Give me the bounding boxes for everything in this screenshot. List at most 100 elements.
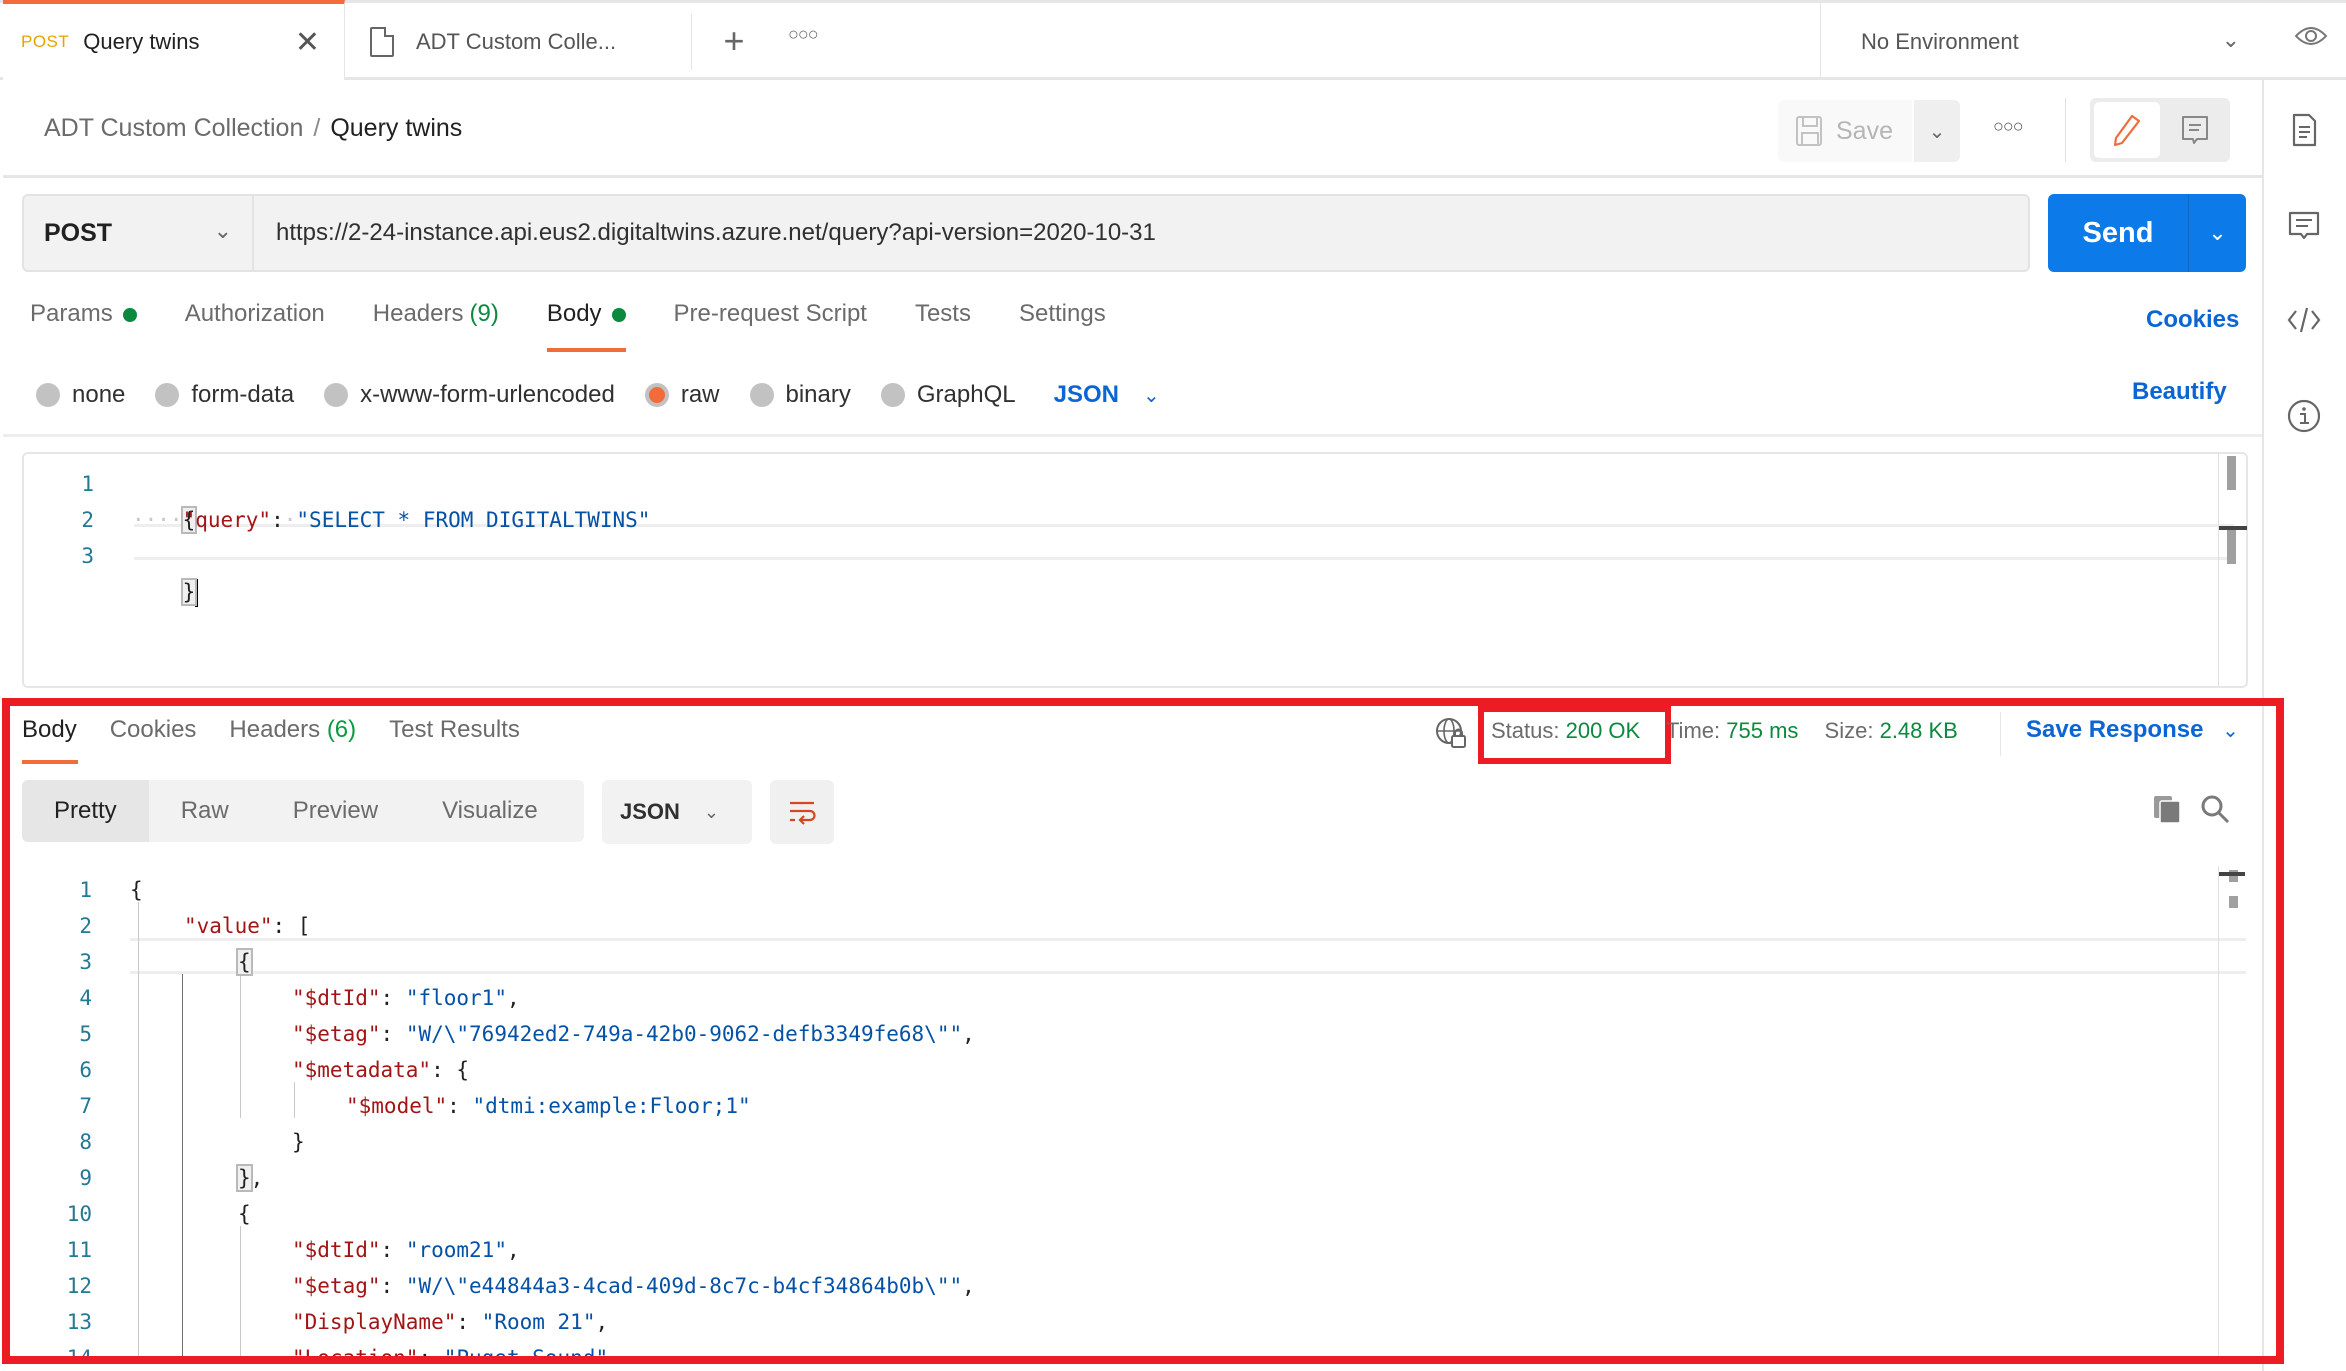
line-number: 6 — [79, 1058, 92, 1082]
json-key: "$etag" — [292, 1274, 381, 1298]
request-tab-adt-collection[interactable]: ADT Custom Colle... — [346, 14, 692, 70]
tab-params[interactable]: Params — [30, 300, 137, 356]
chevron-down-icon: ⌄ — [703, 801, 720, 822]
tab-label: Pre-request Script — [673, 300, 867, 327]
body-language-select[interactable]: JSON ⌄ — [1054, 381, 1160, 409]
size-value[interactable]: 2.48 KB — [1880, 718, 1958, 743]
radio-circle[interactable] — [644, 383, 669, 407]
indent-guide — [240, 974, 241, 1118]
breadcrumb-parent-link[interactable]: ADT Custom Collection — [44, 114, 303, 142]
status-value[interactable]: 200 OK — [1566, 718, 1641, 743]
tab-headers[interactable]: Headers (9) — [373, 300, 499, 356]
code-line: }, — [236, 1160, 263, 1196]
radio-graphql[interactable]: GraphQL — [880, 381, 1016, 409]
word-wrap-button[interactable] — [770, 780, 834, 844]
info-icon[interactable] — [2286, 398, 2322, 434]
radio-circle[interactable] — [880, 383, 905, 407]
tab-bar: POST Query twins ✕ ADT Custom Colle... +… — [0, 0, 2346, 80]
save-button[interactable]: Save — [1778, 100, 1912, 162]
eye-icon[interactable] — [2294, 24, 2328, 48]
request-tab-query-twins[interactable]: POST Query twins ✕ — [3, 0, 345, 80]
line-number: 3 — [79, 950, 92, 974]
code-icon[interactable] — [2286, 302, 2322, 338]
vertical-scrollbar[interactable] — [2218, 454, 2247, 686]
beautify-link[interactable]: Beautify — [2132, 378, 2227, 406]
tab-response-body[interactable]: Body — [22, 716, 78, 764]
tab-response-cookies[interactable]: Cookies — [110, 716, 197, 744]
json-key: "$dtId" — [292, 986, 381, 1010]
tab-body[interactable]: Body — [546, 300, 626, 356]
radio-circle[interactable] — [749, 383, 774, 407]
send-button[interactable]: Send — [2048, 194, 2188, 272]
chevron-down-icon: ⌄ — [1142, 384, 1160, 407]
json-punctuation: , — [962, 1274, 975, 1298]
status-dot — [122, 308, 137, 322]
save-response-label: Save Response — [2026, 716, 2204, 743]
code-line: "$model": "dtmi:example:Floor;1" — [346, 1088, 751, 1124]
tab-label: Cookies — [109, 716, 197, 743]
cookies-link[interactable]: Cookies — [2146, 306, 2239, 334]
url-input[interactable] — [276, 196, 2016, 270]
radio-label: binary — [785, 381, 851, 408]
json-punctuation: : — [380, 1274, 406, 1298]
breadcrumb-current[interactable]: Query twins — [330, 114, 462, 142]
json-punctuation: { — [130, 878, 143, 902]
radio-circle[interactable] — [36, 383, 60, 407]
save-response-button[interactable]: Save Response ⌄ — [2026, 716, 2239, 744]
close-icon[interactable]: ✕ — [295, 25, 320, 60]
request-body-editor[interactable]: 1 2 3 { ····"query":·"SELECT * FROM DIGI… — [22, 452, 2248, 688]
status-dot — [611, 308, 626, 322]
radio-binary[interactable]: binary — [749, 381, 851, 409]
view-mode-preview[interactable]: Preview — [261, 780, 410, 842]
plus-icon[interactable]: + — [716, 20, 752, 62]
radio-x-www-form-urlencoded[interactable]: x-www-form-urlencoded — [324, 381, 615, 409]
language-value: JSON — [1053, 381, 1119, 408]
view-mode-pretty[interactable]: Pretty — [22, 780, 149, 842]
save-dropdown-button[interactable]: ⌄ — [1914, 100, 1960, 162]
radio-none[interactable]: none — [36, 381, 125, 409]
json-punctuation: : [ — [272, 914, 311, 938]
tab-authorization[interactable]: Authorization — [185, 300, 325, 356]
time-value[interactable]: 755 ms — [1726, 718, 1798, 743]
method-select[interactable]: POST ⌄ — [24, 196, 254, 270]
json-string: "W/\"76942ed2-749a-42b0-9062-defb3349fe6… — [405, 1022, 963, 1046]
vertical-scrollbar[interactable] — [2218, 866, 2246, 1356]
time-label: Time: — [1665, 718, 1721, 743]
edit-mode-button[interactable] — [2094, 102, 2160, 158]
radio-raw[interactable]: raw — [644, 381, 720, 409]
current-line-highlight — [130, 938, 2246, 974]
radio-circle[interactable] — [324, 383, 349, 407]
environment-label: No Environment — [1861, 28, 2019, 54]
tab-tests[interactable]: Tests — [915, 300, 971, 356]
environment-select[interactable]: No Environment ⌄ — [1820, 3, 2270, 80]
comment-icon[interactable] — [2286, 208, 2322, 244]
tab-pre-request-script[interactable]: Pre-request Script — [674, 300, 867, 356]
tab-label: Headers — [229, 716, 321, 743]
radio-form-data[interactable]: form-data — [155, 381, 294, 409]
more-horizontal-icon[interactable]: ○○○ — [788, 24, 819, 45]
send-dropdown-button[interactable]: ⌄ — [2188, 194, 2246, 272]
document-icon[interactable] — [2286, 112, 2322, 148]
view-mode-visualize[interactable]: Visualize — [410, 780, 570, 842]
copy-icon[interactable] — [2152, 794, 2182, 824]
floppy-disk-icon — [1796, 116, 1822, 146]
json-string: "SELECT * FROM DIGITALTWINS" — [296, 508, 651, 532]
globe-lock-icon[interactable] — [1434, 716, 1468, 750]
code-line: { — [130, 872, 143, 908]
search-icon[interactable] — [2200, 794, 2230, 824]
tab-response-headers[interactable]: Headers (6) — [229, 716, 356, 744]
response-language-select[interactable]: JSON ⌄ — [602, 780, 752, 844]
view-mode-raw[interactable]: Raw — [149, 780, 261, 842]
comment-mode-button[interactable] — [2164, 102, 2226, 158]
json-punctuation: { — [238, 1202, 251, 1226]
code-line: "$metadata": { — [292, 1052, 469, 1088]
code-line: { — [236, 944, 253, 980]
tab-test-results[interactable]: Test Results — [389, 716, 520, 744]
response-body-viewer[interactable]: 1 {2 "value": [3 {4 "$dtId": "floor1", 5 "$eta… — [22, 866, 2248, 1356]
code-line: "$etag": "W/\"76942ed2-749a-42b0-9062-de… — [292, 1016, 975, 1052]
radio-circle[interactable] — [155, 383, 180, 407]
request-tabs: Params Authorization Headers (9) Body Pre… — [30, 300, 1154, 356]
more-horizontal-icon[interactable]: ○○○ — [1993, 116, 2024, 137]
tab-settings[interactable]: Settings — [1019, 300, 1106, 356]
line-number: 2 — [81, 508, 94, 532]
